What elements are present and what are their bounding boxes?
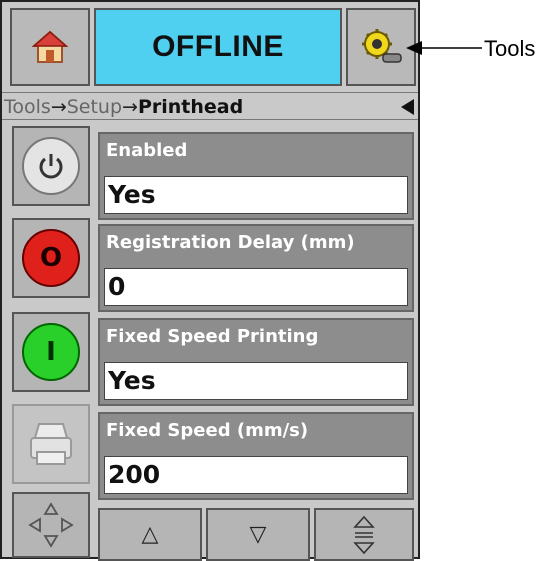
- scroll-up-button[interactable]: △: [98, 508, 202, 561]
- breadcrumb-current: Printhead: [137, 96, 244, 118]
- tools-gear-icon: [362, 29, 402, 63]
- scroll-down-button[interactable]: ▽: [206, 508, 310, 561]
- stop-button[interactable]: O: [12, 218, 90, 298]
- up-down-arrows-icon: [353, 515, 375, 554]
- start-button[interactable]: I: [12, 312, 90, 392]
- printer-icon: [30, 423, 72, 465]
- home-icon: [32, 30, 68, 63]
- back-arrow-icon[interactable]: [401, 99, 414, 115]
- down-arrow-icon: ▽: [249, 522, 267, 547]
- field-fixed-speed-printing: Fixed Speed Printing Yes: [98, 318, 414, 406]
- status-display: OFFLINE: [94, 8, 342, 86]
- registration-delay-value[interactable]: 0: [104, 268, 408, 306]
- navigate-arrows-icon: [28, 502, 74, 548]
- fixed-speed-printing-value[interactable]: Yes: [104, 362, 408, 400]
- breadcrumb-separator: →: [122, 96, 138, 118]
- fixed-speed-value[interactable]: 200: [104, 456, 408, 494]
- field-fixed-speed: Fixed Speed (mm/s) 200: [98, 412, 414, 500]
- breadcrumb: Tools→Setup→Printhead: [2, 92, 418, 120]
- printer-button[interactable]: [12, 404, 90, 484]
- breadcrumb-setup[interactable]: Setup: [67, 96, 122, 118]
- field-label: Enabled: [106, 140, 188, 161]
- enabled-value[interactable]: Yes: [104, 176, 408, 214]
- power-button[interactable]: [12, 126, 90, 206]
- field-label: Registration Delay (mm): [106, 232, 355, 253]
- navigate-button[interactable]: [12, 492, 90, 558]
- field-label: Fixed Speed (mm/s): [106, 420, 309, 441]
- annotation-arrow: [406, 41, 482, 55]
- field-registration-delay: Registration Delay (mm) 0: [98, 224, 414, 312]
- start-icon: I: [22, 323, 80, 381]
- power-icon: [22, 137, 80, 195]
- stop-icon: O: [22, 229, 80, 287]
- up-arrow-icon: △: [141, 522, 159, 547]
- breadcrumb-tools[interactable]: Tools: [4, 96, 51, 118]
- home-button[interactable]: [10, 8, 90, 86]
- tools-annotation-label: Tools: [484, 36, 536, 61]
- scroll-up-down-button[interactable]: [314, 508, 414, 561]
- field-enabled: Enabled Yes: [98, 132, 414, 220]
- printer-control-panel: OFFLINE Tools→Setup→Printhead O I Enable…: [0, 0, 420, 561]
- field-label: Fixed Speed Printing: [106, 326, 319, 347]
- breadcrumb-separator: →: [50, 96, 67, 118]
